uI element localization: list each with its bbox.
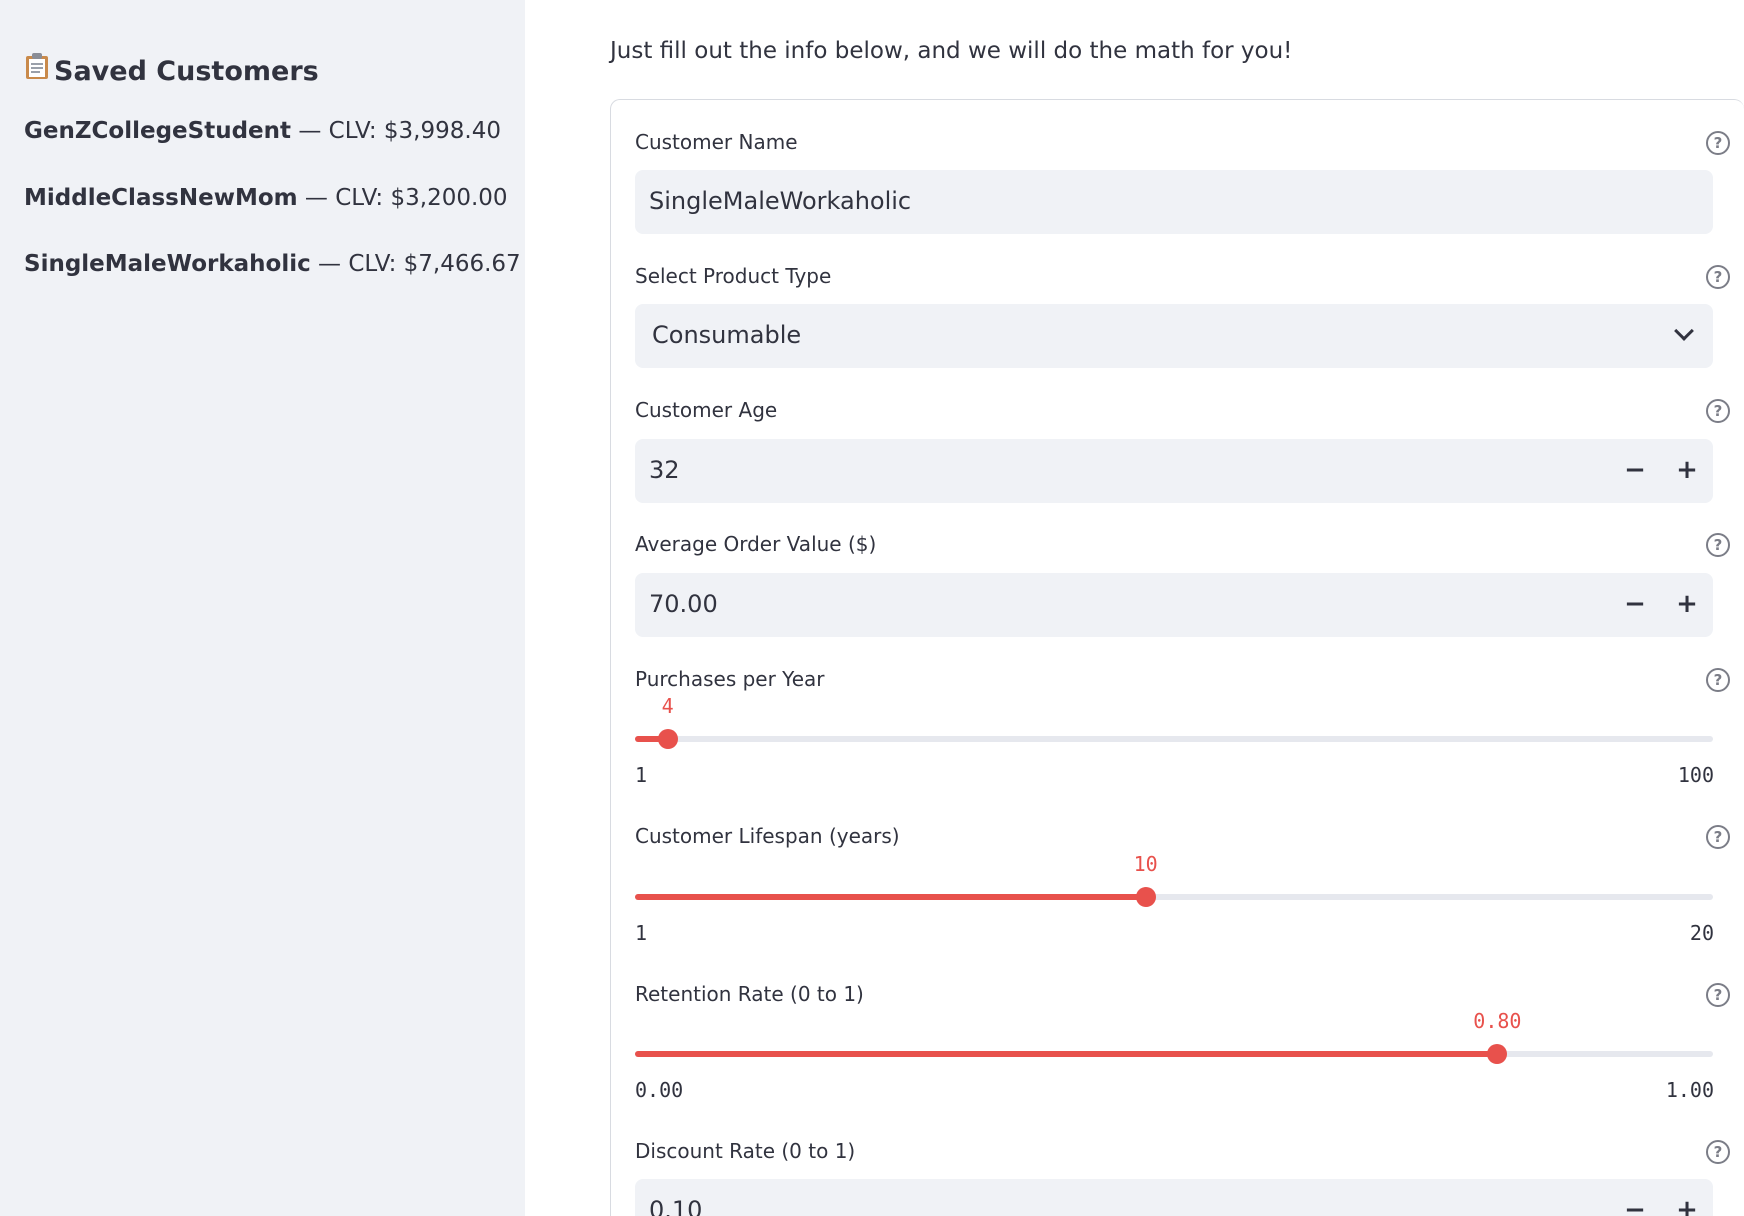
- customer-age-value: 32: [649, 456, 680, 484]
- discount-rate-stepper[interactable]: 0.10 − +: [635, 1179, 1713, 1216]
- slider-thumb[interactable]: [1135, 887, 1156, 907]
- purchases-per-year-label: Purchases per Year: [635, 667, 825, 691]
- increment-button[interactable]: +: [1661, 1179, 1713, 1216]
- main-content: Just fill out the info below, and we wil…: [525, 0, 1744, 1216]
- product-type-label: Select Product Type: [635, 264, 832, 288]
- help-icon[interactable]: ?: [1706, 131, 1730, 155]
- slider-min-label: 1: [635, 921, 648, 945]
- sidebar: Saved Customers GenZCollegeStudent — CLV…: [0, 0, 525, 1216]
- customer-age-label: Customer Age: [635, 398, 778, 422]
- increment-button[interactable]: +: [1661, 439, 1713, 503]
- product-type-value: Consumable: [652, 321, 802, 349]
- increment-button[interactable]: +: [1661, 573, 1713, 637]
- help-icon[interactable]: ?: [1706, 668, 1730, 692]
- discount-rate-label: Discount Rate (0 to 1): [635, 1139, 856, 1163]
- slider-current-value: 10: [1133, 852, 1158, 876]
- avg-order-value-value: 70.00: [649, 590, 718, 618]
- slider-fill: [635, 894, 1146, 900]
- clipboard-icon: [24, 52, 50, 87]
- lifespan-label: Customer Lifespan (years): [635, 824, 900, 848]
- help-icon[interactable]: ?: [1706, 533, 1730, 557]
- customer-name: MiddleClassNewMom: [24, 185, 298, 211]
- help-icon[interactable]: ?: [1706, 825, 1730, 849]
- intro-text: Just fill out the info below, and we wil…: [610, 38, 1293, 64]
- saved-customer-item: MiddleClassNewMom — CLV: $3,200.00: [24, 185, 508, 211]
- product-type-select[interactable]: Consumable: [635, 304, 1713, 368]
- customer-name-label: Customer Name: [635, 130, 798, 154]
- slider-thumb[interactable]: [1487, 1044, 1508, 1064]
- help-icon[interactable]: ?: [1706, 1140, 1730, 1164]
- retention-rate-slider[interactable]: 0.80: [635, 1009, 1713, 1064]
- slider-current-value: 0.80: [1473, 1009, 1522, 1033]
- slider-max-label: 1.00: [1665, 1078, 1714, 1102]
- chevron-down-icon: [1674, 321, 1694, 341]
- slider-min-label: 0.00: [635, 1078, 684, 1102]
- retention-rate-label: Retention Rate (0 to 1): [635, 982, 864, 1006]
- customer-name: GenZCollegeStudent: [24, 118, 292, 144]
- saved-customer-item: GenZCollegeStudent — CLV: $3,998.40: [24, 118, 501, 144]
- decrement-button[interactable]: −: [1609, 573, 1661, 637]
- customer-name-value: SingleMaleWorkaholic: [649, 187, 912, 215]
- avg-order-value-stepper[interactable]: 70.00 − +: [635, 573, 1713, 637]
- decrement-button[interactable]: −: [1609, 439, 1661, 503]
- help-icon[interactable]: ?: [1706, 399, 1730, 423]
- decrement-button[interactable]: −: [1609, 1179, 1661, 1216]
- sidebar-title: Saved Customers: [24, 52, 319, 87]
- help-icon[interactable]: ?: [1706, 983, 1730, 1007]
- purchases-per-year-slider[interactable]: 4: [635, 694, 1713, 749]
- slider-max-label: 20: [1689, 921, 1714, 945]
- saved-customer-item: SingleMaleWorkaholic — CLV: $7,466.67: [24, 251, 521, 277]
- avg-order-value-label: Average Order Value ($): [635, 532, 877, 556]
- customer-clv: — CLV: $3,200.00: [297, 185, 508, 211]
- customer-name: SingleMaleWorkaholic: [24, 251, 311, 277]
- help-icon[interactable]: ?: [1706, 265, 1730, 289]
- discount-rate-value: 0.10: [649, 1196, 703, 1216]
- slider-fill: [635, 1051, 1498, 1057]
- slider-current-value: 4: [661, 694, 674, 718]
- customer-clv: — CLV: $3,998.40: [291, 118, 501, 144]
- clv-form: Customer Name ? SingleMaleWorkaholic Sel…: [610, 99, 1744, 1216]
- slider-thumb[interactable]: [657, 729, 678, 749]
- lifespan-slider[interactable]: 10: [635, 852, 1713, 907]
- customer-age-stepper[interactable]: 32 − +: [635, 439, 1713, 503]
- customer-clv: — CLV: $7,466.67: [310, 251, 521, 277]
- slider-min-label: 1: [635, 763, 648, 787]
- slider-max-label: 100: [1677, 763, 1714, 787]
- customer-name-input[interactable]: SingleMaleWorkaholic: [635, 170, 1713, 234]
- sidebar-title-text: Saved Customers: [54, 56, 319, 87]
